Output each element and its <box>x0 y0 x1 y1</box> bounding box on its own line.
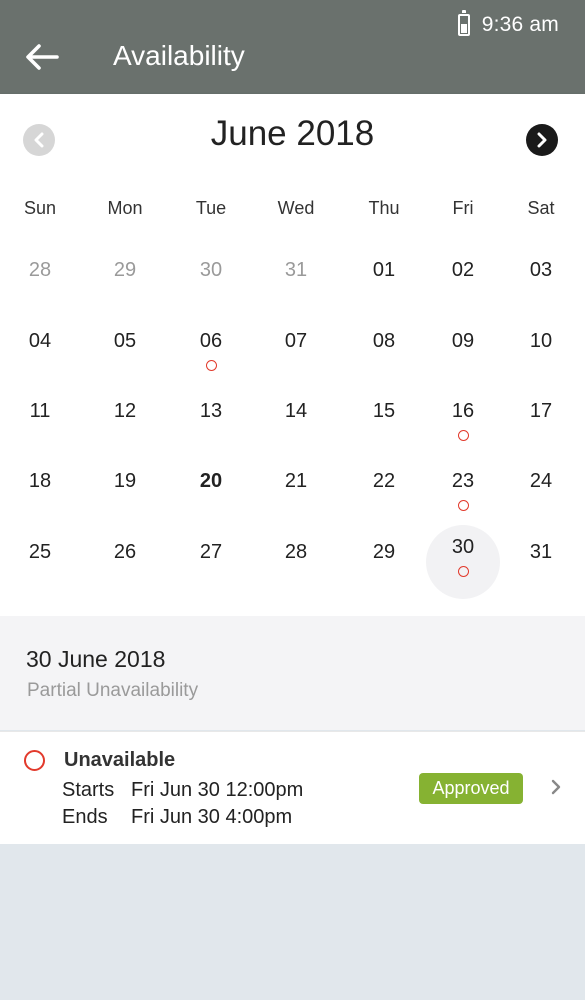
starts-value: Fri Jun 30 12:00pm <box>131 779 304 801</box>
calendar-day[interactable]: 31 <box>506 537 576 567</box>
unavailability-marker-icon <box>457 430 469 441</box>
calendar-day[interactable]: 11 <box>5 396 75 426</box>
starts-label: Starts <box>62 779 115 801</box>
weekday-label: Mon <box>107 198 143 218</box>
weekday-label: Tue <box>195 198 227 218</box>
weekday-label: Sun <box>23 198 57 218</box>
ends-value: Fri Jun 30 4:00pm <box>131 806 293 828</box>
calendar-day[interactable]: 28 <box>5 255 75 285</box>
calendar-day[interactable]: 08 <box>349 326 419 356</box>
battery-icon <box>457 10 470 36</box>
calendar-day[interactable]: 10 <box>506 326 576 356</box>
ends-label: Ends <box>62 806 108 828</box>
weekday-label: Sat <box>527 198 555 218</box>
calendar-day[interactable]: 01 <box>349 255 419 285</box>
calendar-day[interactable]: 26 <box>90 537 160 567</box>
weekday-label: Wed <box>277 198 315 218</box>
calendar-day[interactable]: 06 <box>176 326 246 356</box>
event-title: Unavailable <box>64 749 176 771</box>
chevron-right-icon <box>551 779 561 795</box>
status-time: 9:36 am <box>481 13 559 36</box>
calendar-day[interactable]: 03 <box>506 255 576 285</box>
calendar-day[interactable]: 19 <box>90 466 160 496</box>
calendar-day[interactable]: 21 <box>261 466 331 496</box>
calendar-day[interactable]: 16 <box>428 396 498 426</box>
calendar: June 2018 Sun Mon Tue Wed Thu Fri Sat 28 29 30 31 0… <box>0 94 585 616</box>
calendar-day[interactable]: 15 <box>349 396 419 426</box>
selected-day-header: 30 June 2018 Partial Unavailability <box>0 616 585 730</box>
calendar-day[interactable]: 24 <box>506 466 576 496</box>
app-bar: 9:36 am Availability <box>0 0 585 94</box>
month-title: June 2018 <box>210 114 375 153</box>
event-start: Starts Fri Jun 30 12:00pm <box>62 779 303 802</box>
unavailability-item[interactable]: Unavailable Starts Fri Jun 30 12:00pm End… <box>0 731 585 844</box>
weekday-label: Thu <box>368 198 400 218</box>
calendar-day[interactable]: 07 <box>261 326 331 356</box>
calendar-day[interactable]: 05 <box>90 326 160 356</box>
calendar-day[interactable]: 18 <box>5 466 75 496</box>
arrow-left-icon <box>26 44 59 70</box>
unavailability-marker-icon <box>457 566 469 577</box>
unavailability-marker-icon <box>457 500 469 511</box>
calendar-day[interactable]: 22 <box>349 466 419 496</box>
calendar-day[interactable]: 30 <box>176 255 246 285</box>
calendar-day[interactable]: 20 <box>176 466 246 496</box>
calendar-day[interactable]: 17 <box>506 396 576 426</box>
availability-status: Partial Unavailability <box>27 680 199 701</box>
event-end: Ends Fri Jun 30 4:00pm <box>62 806 292 829</box>
next-month-button[interactable] <box>526 124 558 156</box>
weekday-label: Fri <box>452 198 474 218</box>
unavailable-ring-icon <box>24 750 45 771</box>
calendar-day[interactable]: 13 <box>176 396 246 426</box>
calendar-day[interactable]: 28 <box>261 537 331 567</box>
calendar-day[interactable]: 02 <box>428 255 498 285</box>
chevron-right-icon <box>537 132 547 148</box>
calendar-day[interactable]: 12 <box>90 396 160 426</box>
page-title: Availability <box>113 40 245 71</box>
unavailability-marker-icon <box>205 360 217 371</box>
calendar-day[interactable]: 23 <box>428 466 498 496</box>
calendar-day[interactable]: 14 <box>261 396 331 426</box>
calendar-day[interactable]: 04 <box>5 326 75 356</box>
selected-date: 30 June 2018 <box>26 646 166 672</box>
calendar-day[interactable]: 29 <box>349 537 419 567</box>
calendar-day[interactable]: 25 <box>5 537 75 567</box>
back-button[interactable] <box>24 42 60 72</box>
status-badge: Approved <box>419 773 523 804</box>
calendar-day[interactable]: 29 <box>90 255 160 285</box>
calendar-day[interactable]: 31 <box>261 255 331 285</box>
calendar-day[interactable]: 27 <box>176 537 246 567</box>
calendar-day-selected[interactable]: 30 <box>428 532 498 562</box>
status-bar: 9:36 am <box>457 10 559 39</box>
calendar-day[interactable]: 09 <box>428 326 498 356</box>
